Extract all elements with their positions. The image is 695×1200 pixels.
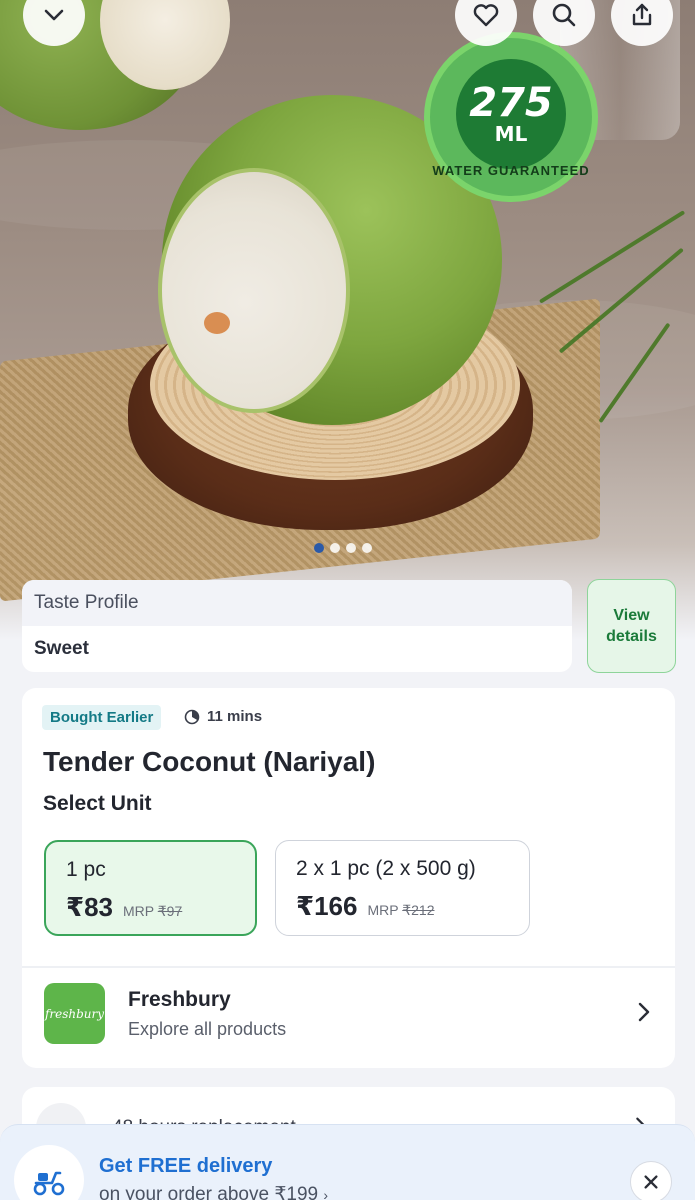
eta-text: 11 mins (207, 708, 263, 725)
delivery-eta: 11 mins (184, 708, 262, 725)
carousel-dot[interactable] (346, 543, 356, 553)
explore-products-link[interactable]: Explore all products (128, 1019, 286, 1040)
mrp-value: ₹97 (157, 903, 183, 919)
unit-price-row: ₹166 MRP ₹212 (296, 891, 509, 922)
water-guaranteed-badge: 275 ML WATER GUARANTEED (424, 32, 598, 202)
carousel-dot[interactable] (330, 543, 340, 553)
coconut-main-cut-image (158, 168, 350, 413)
carousel-indicator (314, 543, 372, 553)
unit-price: ₹166 (296, 891, 358, 921)
search-icon (552, 3, 576, 27)
product-info-card: Bought Earlier 11 mins Tender Coconut (N… (22, 688, 675, 1068)
taste-profile-heading: Taste Profile (22, 580, 572, 626)
coconut-eye (204, 312, 230, 334)
product-name: Tender Coconut (Nariyal) (43, 746, 376, 777)
badge-caption: WATER GUARANTEED (432, 163, 590, 178)
timer-icon (184, 709, 200, 724)
unit-option-2pc[interactable]: 2 x 1 pc (2 x 500 g) ₹166 MRP ₹212 (275, 840, 530, 936)
leaf-image (538, 210, 686, 304)
taste-profile-card: Taste Profile Sweet (22, 580, 572, 672)
scooter-icon (33, 1171, 65, 1196)
badge-inner: 275 ML (456, 59, 566, 169)
bought-earlier-tag: Bought Earlier (42, 705, 162, 730)
free-delivery-banner[interactable]: Get FREE delivery on your order above ₹1… (0, 1124, 695, 1200)
share-icon (632, 3, 652, 26)
unit-mrp: MRP ₹212 (367, 902, 434, 919)
badge-unit: ML (494, 122, 528, 146)
select-unit-label: Select Unit (43, 792, 152, 815)
brand-logo[interactable]: freshbury (44, 983, 105, 1044)
brand-name[interactable]: Freshbury (128, 988, 231, 1012)
unit-label: 1 pc (66, 858, 106, 881)
unit-price-row: ₹83 MRP ₹97 (66, 892, 235, 923)
chevron-right-icon: › (323, 1187, 329, 1200)
banner-icon-wrap (14, 1145, 84, 1200)
banner-subtitle: on your order above ₹199 › (99, 1183, 328, 1200)
mrp-label: MRP (367, 902, 399, 918)
view-details-button[interactable]: View details (587, 579, 676, 673)
chevron-right-icon[interactable] (632, 1000, 656, 1024)
close-button[interactable] (630, 1161, 672, 1200)
divider (22, 966, 675, 968)
unit-option-1pc[interactable]: 1 pc ₹83 MRP ₹97 (44, 840, 257, 936)
carousel-dot[interactable] (314, 543, 324, 553)
close-icon (644, 1175, 658, 1189)
mrp-label: MRP (123, 903, 154, 919)
taste-profile-value: Sweet (34, 638, 89, 659)
badge-volume: 275 (469, 80, 553, 126)
banner-subtitle-text: on your order above ₹199 (99, 1184, 319, 1200)
mrp-value: ₹212 (402, 902, 435, 918)
carousel-dot[interactable] (362, 543, 372, 553)
unit-mrp: MRP ₹97 (123, 903, 182, 920)
chevron-down-icon (44, 9, 64, 21)
unit-price: ₹83 (66, 892, 114, 922)
banner-title: Get FREE delivery (99, 1155, 273, 1177)
unit-label: 2 x 1 pc (2 x 500 g) (296, 857, 476, 880)
product-image-carousel[interactable]: 275 ML WATER GUARANTEED (0, 0, 695, 640)
heart-icon (473, 4, 499, 27)
